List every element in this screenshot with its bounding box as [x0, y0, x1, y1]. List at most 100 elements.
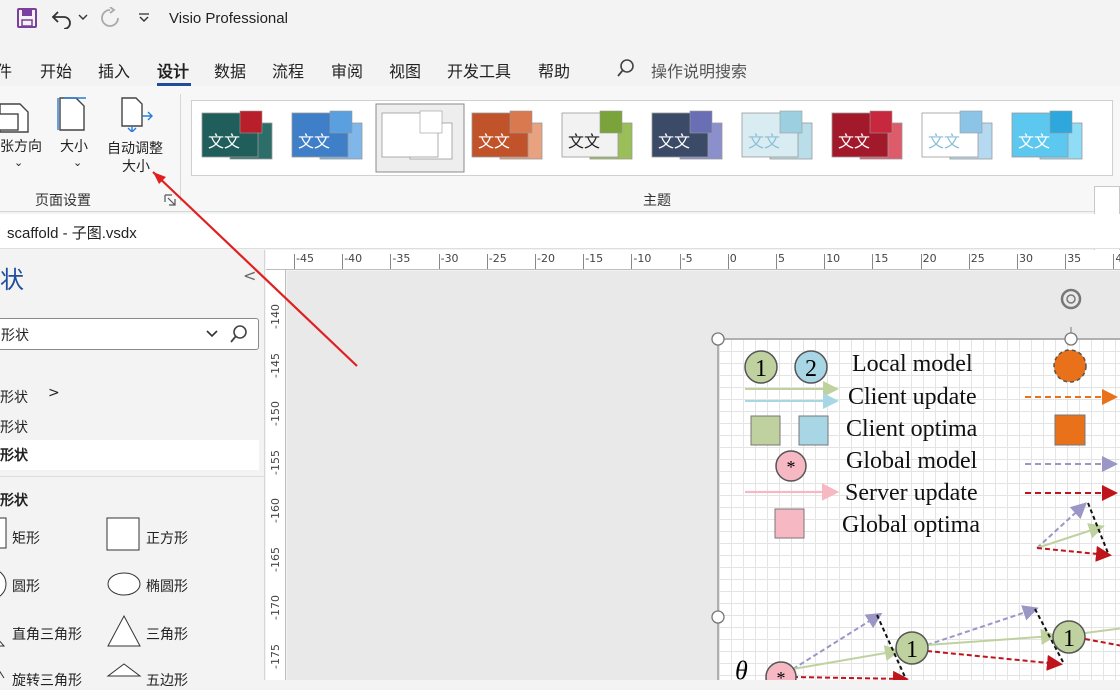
theme-item-5[interactable]: 文文	[561, 110, 633, 160]
ruler-tick-label: 10	[826, 252, 841, 265]
ruler-tick	[631, 254, 633, 269]
tab-view[interactable]: 视图	[389, 58, 421, 82]
tab-data[interactable]: 数据	[214, 58, 246, 82]
stencil-more-shapes[interactable]: 形状	[0, 387, 28, 407]
redo-icon[interactable]	[98, 7, 122, 29]
theme-item-7-label: 文文	[748, 132, 780, 151]
rotated-triangle-icon[interactable]	[0, 662, 6, 680]
undo-icon[interactable]	[50, 7, 74, 29]
pentagon-icon[interactable]	[106, 662, 142, 680]
search-icon[interactable]	[229, 324, 249, 344]
stencil-quick-shapes[interactable]: 形状	[0, 417, 28, 437]
save-icon[interactable]	[16, 7, 38, 29]
circle-icon[interactable]	[0, 567, 8, 601]
ruler-tick	[920, 254, 922, 269]
shape-rotated-triangle[interactable]: 旋转三角形	[12, 670, 82, 690]
orientation-icon[interactable]	[0, 98, 36, 134]
page-size-button[interactable]: 大小	[60, 136, 88, 156]
ribbon: 张方向 ⌄ 大小 ⌄ 自动调整 大小 页面设置 文文 文文 文文 文文 文文 文文 文文 文文…	[0, 86, 1120, 262]
tell-me-search[interactable]: 操作说明搜索	[651, 58, 747, 82]
themes-group-label: 主题	[643, 193, 671, 209]
ruler-tick	[1017, 254, 1018, 269]
drawing-canvas[interactable]: 1 2 * 1 1 * θ Local model Client update …	[287, 271, 1120, 680]
square-icon[interactable]	[106, 517, 140, 551]
ruler-tick	[824, 254, 826, 269]
auto-size-icon[interactable]	[118, 96, 154, 132]
theme-item-9-label: 文文	[928, 132, 960, 151]
triangle-icon[interactable]	[106, 614, 142, 648]
orientation-button[interactable]: 张方向	[0, 136, 42, 156]
orientation-dropdown-icon[interactable]: ⌄	[14, 156, 23, 169]
right-triangle-icon[interactable]	[0, 616, 6, 648]
theme-item-7[interactable]: 文文	[741, 110, 813, 160]
theme-item-8-label: 文文	[838, 132, 870, 151]
theme-item-2[interactable]: 文文	[291, 110, 363, 160]
theme-item-9[interactable]: 文文	[921, 110, 993, 160]
theme-item-4[interactable]: 文文	[471, 110, 543, 160]
ruler-tick-label: -145	[269, 352, 282, 378]
shape-circle[interactable]: 圆形	[12, 576, 40, 596]
chevron-down-icon[interactable]	[205, 329, 219, 339]
shape-triangle[interactable]: 三角形	[146, 624, 188, 644]
customize-toolbar-icon[interactable]	[138, 13, 150, 23]
auto-size-label-line2: 大小	[122, 159, 150, 175]
tab-review[interactable]: 审阅	[331, 58, 363, 82]
page-size-icon[interactable]	[56, 96, 92, 134]
page-setup-group-label: 页面设置	[35, 193, 91, 209]
stencil-active-row[interactable]: 形状	[0, 440, 259, 470]
tab-design[interactable]: 设计	[157, 58, 189, 82]
theme-item-6[interactable]: 文文	[651, 110, 723, 160]
tab-insert[interactable]: 插入	[98, 58, 130, 82]
shape-rectangle[interactable]: 矩形	[12, 528, 40, 548]
ruler-tick	[727, 254, 729, 269]
ruler-tick-label: 35	[1067, 252, 1082, 265]
ruler-tick	[342, 254, 344, 269]
undo-dropdown-icon[interactable]	[78, 13, 88, 21]
collapse-pane-icon[interactable]: <	[243, 266, 256, 285]
selection-overlay[interactable]	[287, 271, 1120, 680]
ruler-tick	[390, 254, 392, 269]
theme-item-6-label: 文文	[658, 132, 690, 151]
tab-process[interactable]: 流程	[272, 58, 304, 82]
rectangle-icon[interactable]	[0, 517, 8, 551]
auto-size-button[interactable]: 自动调整	[107, 138, 163, 158]
ruler-tick	[535, 254, 536, 269]
ruler-tick-label: 0	[729, 252, 737, 265]
document-title[interactable]: scaffold - 子图.vsdx	[7, 222, 137, 243]
chevron-right-icon[interactable]: >	[48, 385, 60, 401]
tab-home[interactable]: 开始	[40, 58, 72, 82]
shape-right-triangle[interactable]: 直角三角形	[12, 624, 82, 644]
theme-item-1[interactable]: 文文	[201, 110, 273, 160]
search-icon[interactable]	[616, 58, 636, 78]
resize-handle-top-left	[711, 332, 725, 346]
ruler-tick-label: -140	[269, 304, 282, 329]
theme-item-10[interactable]: 文文	[1011, 110, 1083, 160]
theme-item-3[interactable]	[375, 103, 465, 173]
theme-item-8[interactable]: 文文	[831, 110, 903, 160]
ellipse-icon[interactable]	[106, 570, 142, 598]
shape-search-input[interactable]: 形状	[0, 318, 259, 350]
page-setup-dialog-launcher-icon[interactable]	[164, 194, 176, 206]
tab-file[interactable]: 件	[0, 58, 12, 82]
ruler-tick-label: -40	[344, 252, 363, 265]
tab-developer[interactable]: 开发工具	[447, 58, 511, 82]
app-title: Visio Professional	[169, 10, 288, 27]
tab-help[interactable]: 帮助	[538, 58, 570, 82]
horizontal-ruler[interactable]: -45 -40 -35 -30 -25 -20 -15 -10 -5 0 5 10 15 20 25 30 35…	[266, 250, 1120, 270]
ruler-tick-label: -10	[633, 252, 652, 265]
shape-pentagon[interactable]: 五边形	[146, 670, 188, 690]
ruler-tick-label: 30	[1019, 252, 1033, 265]
vertical-ruler[interactable]: -140 -145 -150 -155 -160 -165 -170 -175	[266, 270, 286, 680]
shape-square[interactable]: 正方形	[146, 528, 188, 548]
ruler-tick	[486, 254, 488, 269]
resize-handle-middle-left	[711, 610, 725, 624]
ruler-tick-label: 25	[970, 252, 985, 265]
ruler-tick-label: -25	[488, 252, 507, 265]
shapes-pane-title: 状	[0, 266, 24, 294]
ruler-tick-label: -20	[537, 252, 555, 265]
theme-gallery-items[interactable]: 文文 文文 文文 文文 文文 文文 文文 文文 文文	[192, 101, 1112, 177]
ruler-tick-label: -165	[269, 546, 282, 572]
ruler-tick	[1113, 254, 1115, 269]
shape-ellipse[interactable]: 椭圆形	[146, 576, 188, 596]
rotate-handle-icon	[1060, 288, 1082, 310]
